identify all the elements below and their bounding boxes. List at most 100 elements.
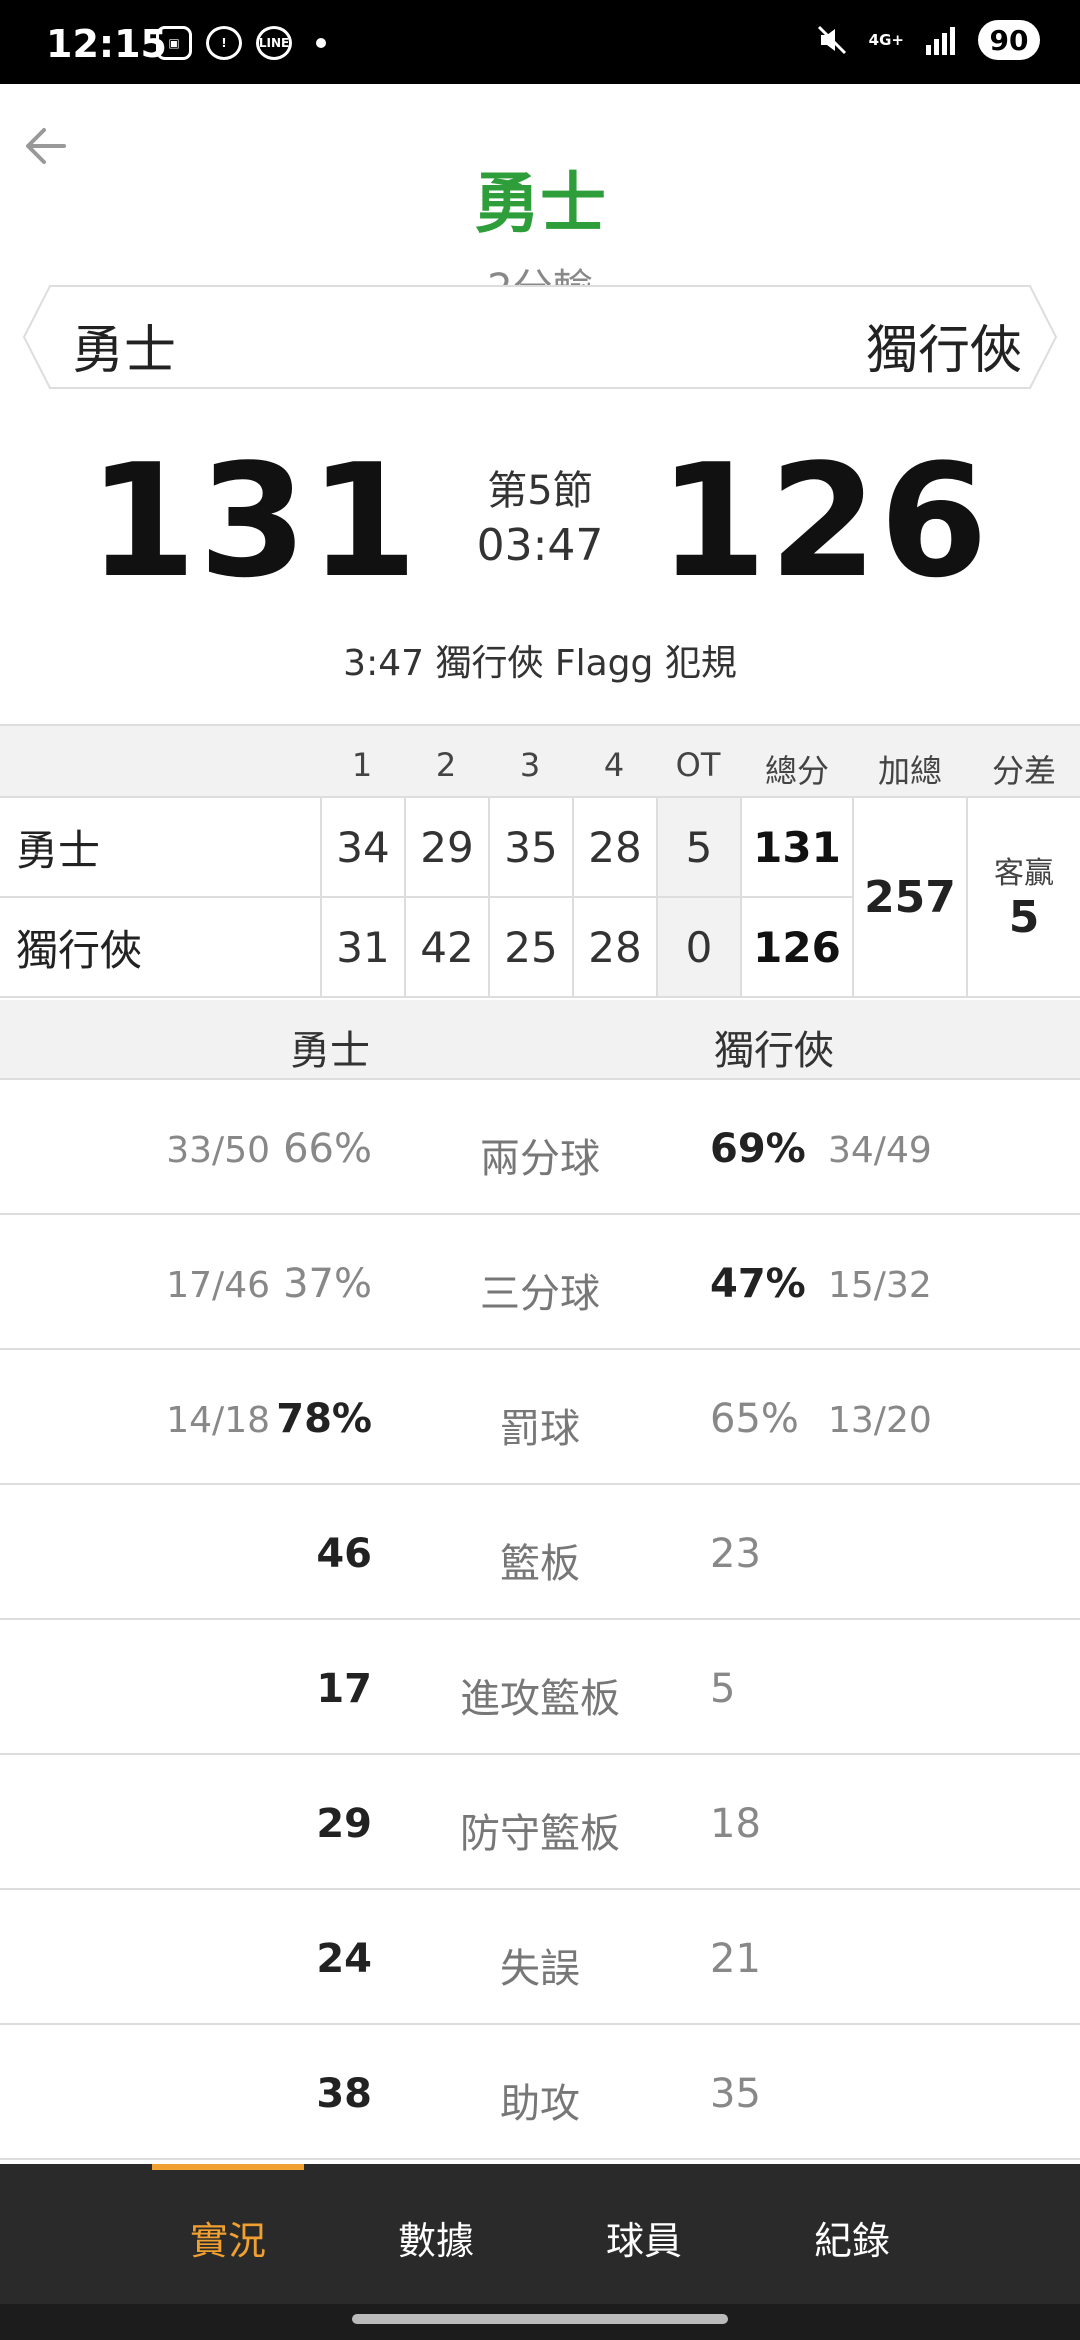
header-q1: 1 xyxy=(351,746,373,784)
home-q2: 29 xyxy=(406,798,490,896)
diff-value: 5 xyxy=(1008,892,1040,943)
tab-records[interactable]: 紀錄 xyxy=(752,2210,952,2265)
home-stat-value: 37% xyxy=(283,1261,372,1307)
home-stat-fraction: 17/46 xyxy=(166,1265,270,1306)
stat-row: 46 籃板 23 xyxy=(0,1485,1080,1620)
screenshot-icon: ▣ xyxy=(156,26,192,60)
team-stats-list: 33/50 66% 兩分球 69% 34/49 17/46 37% 三分球 47% 15/32 14… xyxy=(0,1080,1080,2160)
mute-icon xyxy=(817,25,846,55)
team-banner: 勇士 獨行俠 xyxy=(20,284,1060,390)
game-period: 第5節 xyxy=(487,468,593,514)
home-ot: 5 xyxy=(658,798,742,896)
home-stat-value: 17 xyxy=(316,1666,372,1712)
app-notification-icon: ! xyxy=(206,26,242,60)
home-stat-value: 38 xyxy=(316,2071,372,2117)
stats-header: 勇士 獨行俠 xyxy=(0,1000,1080,1080)
away-stat-value: 23 xyxy=(710,1531,761,1577)
row-away-team: 獨行俠 xyxy=(0,898,322,996)
stat-row: 17/46 37% 三分球 47% 15/32 xyxy=(0,1215,1080,1350)
away-stat-fraction: 13/20 xyxy=(828,1400,932,1441)
stat-label: 罰球 xyxy=(500,1406,580,1452)
home-stat-value: 24 xyxy=(316,1936,372,1982)
stat-row: 17 進攻籃板 5 xyxy=(0,1620,1080,1755)
quarter-score-table: 1 2 3 4 OT 總分 加總 分差 勇士 34 29 35 28 5 131… xyxy=(0,724,1080,998)
away-q3: 25 xyxy=(490,898,574,996)
away-q1: 31 xyxy=(322,898,406,996)
header-total: 總分 xyxy=(764,752,829,790)
home-team-name[interactable]: 勇士 xyxy=(72,308,176,383)
home-stat-value: 29 xyxy=(316,1801,372,1847)
home-q4: 28 xyxy=(574,798,658,896)
bottom-navigation: 實況 數據 球員 紀錄 xyxy=(0,2164,1080,2304)
more-notifications-dot xyxy=(316,38,326,48)
stat-label: 三分球 xyxy=(480,1271,600,1317)
stat-row: 33/50 66% 兩分球 69% 34/49 xyxy=(0,1080,1080,1215)
stat-row: 24 失誤 21 xyxy=(0,1890,1080,2025)
active-tab-indicator xyxy=(152,2164,304,2170)
header-diff: 分差 xyxy=(991,752,1056,790)
status-bar: 12:15 ▣ ! LINE 4G+ 90 xyxy=(0,0,1080,84)
signal-icon xyxy=(926,27,955,55)
home-stat-value: 66% xyxy=(283,1126,372,1172)
quarter-table-body: 勇士 34 29 35 28 5 131 獨行俠 31 42 25 28 0 1… xyxy=(0,796,1080,998)
quarter-table-header: 1 2 3 4 OT 總分 加總 分差 xyxy=(0,724,1080,796)
tab-live[interactable]: 實況 xyxy=(128,2210,328,2265)
stat-label: 防守籃板 xyxy=(460,1811,620,1857)
page-title: 勇士 xyxy=(474,165,606,242)
home-stat-value: 46 xyxy=(316,1531,372,1577)
stats-home-label: 勇士 xyxy=(290,1028,370,1074)
last-play-text: 3:47 獨行俠 Flagg 犯規 xyxy=(343,643,737,684)
system-nav-bar xyxy=(0,2304,1080,2340)
row-home-team: 勇士 xyxy=(0,798,322,896)
away-stat-fraction: 15/32 xyxy=(828,1265,932,1306)
network-type: 4G+ xyxy=(868,30,904,49)
away-stat-value: 69% xyxy=(710,1126,806,1172)
header-q3: 3 xyxy=(519,746,541,784)
battery-level: 90 xyxy=(978,20,1040,60)
away-stat-value: 21 xyxy=(710,1936,761,1982)
header-q4: 4 xyxy=(603,746,625,784)
home-stat-fraction: 33/50 xyxy=(166,1130,270,1171)
home-q1: 34 xyxy=(322,798,406,896)
stat-label: 兩分球 xyxy=(480,1136,600,1182)
away-stat-value: 65% xyxy=(710,1396,799,1442)
status-time: 12:15 xyxy=(46,22,167,66)
header-q2: 2 xyxy=(435,746,457,784)
combined-total: 257 xyxy=(854,798,968,996)
away-ot: 0 xyxy=(658,898,742,996)
game-clock: 03:47 xyxy=(476,520,604,571)
stat-label: 進攻籃板 xyxy=(460,1676,620,1722)
stat-row: 14/18 78% 罰球 65% 13/20 xyxy=(0,1350,1080,1485)
away-q4: 28 xyxy=(574,898,658,996)
stat-row: 38 助攻 35 xyxy=(0,2025,1080,2160)
stats-away-label: 獨行俠 xyxy=(714,1028,834,1074)
app-root: 12:15 ▣ ! LINE 4G+ 90 勇士 2分 xyxy=(0,0,1080,2340)
diff-label: 客贏 xyxy=(994,856,1054,891)
away-stat-fraction: 34/49 xyxy=(828,1130,932,1171)
away-score: 126 xyxy=(658,430,990,612)
stat-label: 失誤 xyxy=(500,1946,580,1992)
home-q3: 35 xyxy=(490,798,574,896)
home-total: 131 xyxy=(742,798,854,896)
away-stat-value: 35 xyxy=(710,2071,761,2117)
away-total: 126 xyxy=(742,898,854,996)
away-stat-value: 5 xyxy=(710,1666,736,1712)
away-q2: 42 xyxy=(406,898,490,996)
away-stat-value: 47% xyxy=(710,1261,806,1307)
tab-players[interactable]: 球員 xyxy=(544,2210,744,2265)
stat-label: 籃板 xyxy=(500,1541,580,1587)
line-icon: LINE xyxy=(256,26,292,60)
tab-stats[interactable]: 數據 xyxy=(336,2210,536,2265)
away-team-name[interactable]: 獨行俠 xyxy=(866,308,1022,383)
home-stat-fraction: 14/18 xyxy=(166,1400,270,1441)
home-score: 131 xyxy=(88,430,420,612)
notification-icons: ▣ ! LINE xyxy=(156,26,326,60)
away-stat-value: 18 xyxy=(710,1801,761,1847)
home-stat-value: 78% xyxy=(276,1396,372,1442)
system-icons: 4G+ 90 xyxy=(815,20,1040,60)
header-sum: 加總 xyxy=(877,752,942,790)
header-ot: OT xyxy=(675,746,721,784)
stat-row: 29 防守籃板 18 xyxy=(0,1755,1080,1890)
stat-label: 助攻 xyxy=(500,2081,580,2127)
home-gesture-pill[interactable] xyxy=(352,2314,728,2324)
